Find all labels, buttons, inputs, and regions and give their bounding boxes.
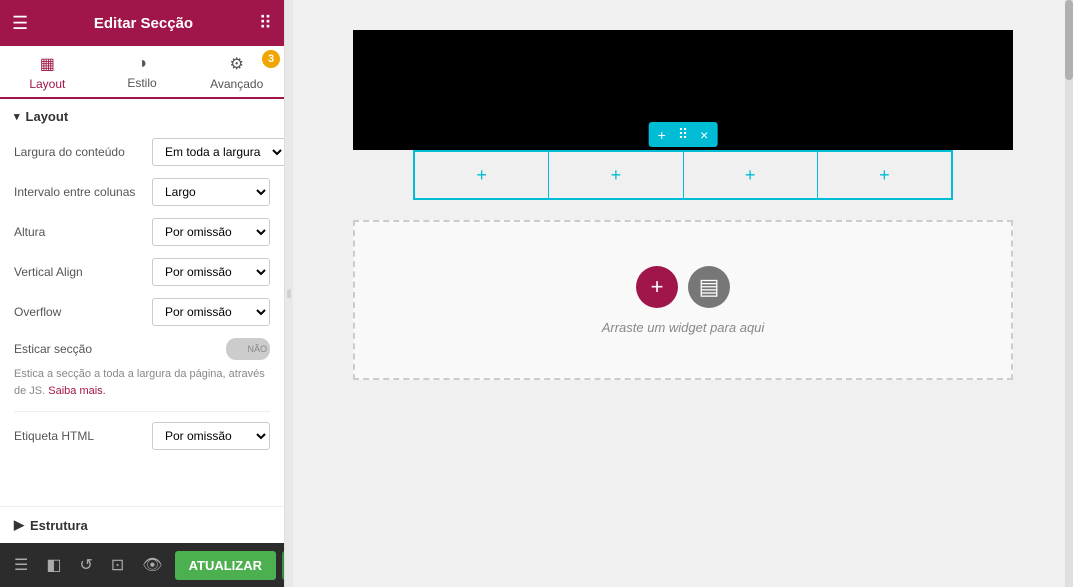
columns-move-button[interactable]: ⠿ [673,124,693,145]
scrollbar-right[interactable] [1065,0,1073,587]
field-etiqueta-label: Etiqueta HTML [14,429,144,443]
field-largura-select[interactable]: Em toda a largura [152,138,284,166]
structure-arrow-icon: ▶ [14,517,24,533]
tabs-bar: ▦ Layout ◑ Estilo ⚙ Avançado 3 [0,46,284,99]
field-overflow-select[interactable]: Por omissão [152,298,270,326]
field-vertical-align-select[interactable]: Por omissão [152,258,270,286]
widget-drop-zone: + ▤ Arraste um widget para aqui [353,220,1013,380]
layout-section-header[interactable]: ▾ Layout [14,109,270,124]
panel-title: Editar Secção [94,15,193,32]
tab-layout-label: Layout [29,77,65,91]
saiba-mais-link[interactable]: Saiba mais. [48,385,105,397]
grid-icon[interactable]: ⠿ [259,13,272,34]
update-button[interactable]: ATUALIZAR [175,551,276,580]
field-overflow-row: Overflow Por omissão [14,298,270,326]
menu-bottom-icon[interactable]: ☰ [8,551,34,579]
col-add-2[interactable]: + [549,152,683,198]
canvas-area: + ⠿ × + + + + + ▤ Arraste um widget para… [293,0,1073,587]
divider [14,411,270,412]
tab-avancado-label: Avançado [210,77,263,91]
esticar-toggle[interactable]: NÃO [226,338,270,360]
field-vertical-align-row: Vertical Align Por omissão [14,258,270,286]
field-vertical-align-label: Vertical Align [14,265,144,279]
widget-add-red-button[interactable]: + [636,266,678,308]
toggle-text: NÃO [247,344,267,354]
field-etiqueta-row: Etiqueta HTML Por omissão [14,422,270,450]
columns-close-button[interactable]: × [695,125,713,145]
esticar-row: Esticar secção NÃO [14,338,270,360]
widget-add-gray-button[interactable]: ▤ [688,266,730,308]
field-etiqueta-select[interactable]: Por omissão [152,422,270,450]
history-icon[interactable]: ⊡ [105,551,130,579]
structure-label: Estrutura [30,518,88,533]
col-add-1[interactable]: + [415,152,549,198]
tab-estilo-label: Estilo [127,76,156,90]
resize-handle[interactable]: ‖ [285,0,293,587]
scrollbar-thumb [1065,0,1073,80]
field-intervalo-select[interactable]: Largo [152,178,270,206]
columns-add-button[interactable]: + [653,125,671,145]
left-panel: ☰ Editar Secção ⠿ ▦ Layout ◑ Estilo ⚙ Av… [0,0,285,587]
field-intervalo-label: Intervalo entre colunas [14,185,144,199]
hamburger-icon[interactable]: ☰ [12,13,28,34]
field-largura-label: Largura do conteúdo [14,145,144,159]
estilo-tab-icon: ◑ [137,55,147,73]
eye-icon[interactable]: 👁 [136,551,168,579]
widget-drop-text: Arraste um widget para aqui [602,320,765,335]
layout-section-label: Layout [26,109,69,124]
field-overflow-label: Overflow [14,305,144,319]
avancado-tab-icon: ⚙ [230,54,244,74]
esticar-hint: Estica a secção a toda a largura da pági… [14,366,270,399]
field-altura-label: Altura [14,225,144,239]
layout-tab-icon: ▦ [40,54,55,74]
layers-icon[interactable]: ◧ [40,551,67,579]
col-add-3[interactable]: + [684,152,818,198]
panel-content: ▾ Layout Largura do conteúdo Em toda a l… [0,99,284,506]
field-altura-row: Altura Por omissão [14,218,270,246]
widget-buttons: + ▤ [636,266,730,308]
tab-layout[interactable]: ▦ Layout [0,46,95,99]
col-add-4[interactable]: + [818,152,951,198]
structure-section-header[interactable]: ▶ Estrutura [0,506,284,543]
bottom-bar: ☰ ◧ ↺ ⊡ 👁 ATUALIZAR ▲ [0,543,284,587]
panel-header: ☰ Editar Secção ⠿ [0,0,284,46]
layout-arrow-icon: ▾ [14,110,20,123]
field-intervalo-row: Intervalo entre colunas Largo [14,178,270,206]
tab-badge: 3 [262,50,280,68]
field-altura-select[interactable]: Por omissão [152,218,270,246]
esticar-label: Esticar secção [14,342,226,356]
undo-icon[interactable]: ↺ [73,551,98,579]
tab-estilo[interactable]: ◑ Estilo [95,46,190,99]
columns-row: + + + + [413,150,953,200]
field-largura-row: Largura do conteúdo Em toda a largura [14,138,270,166]
columns-toolbar: + ⠿ × [649,122,718,147]
columns-section: + ⠿ × + + + + [353,150,1013,200]
